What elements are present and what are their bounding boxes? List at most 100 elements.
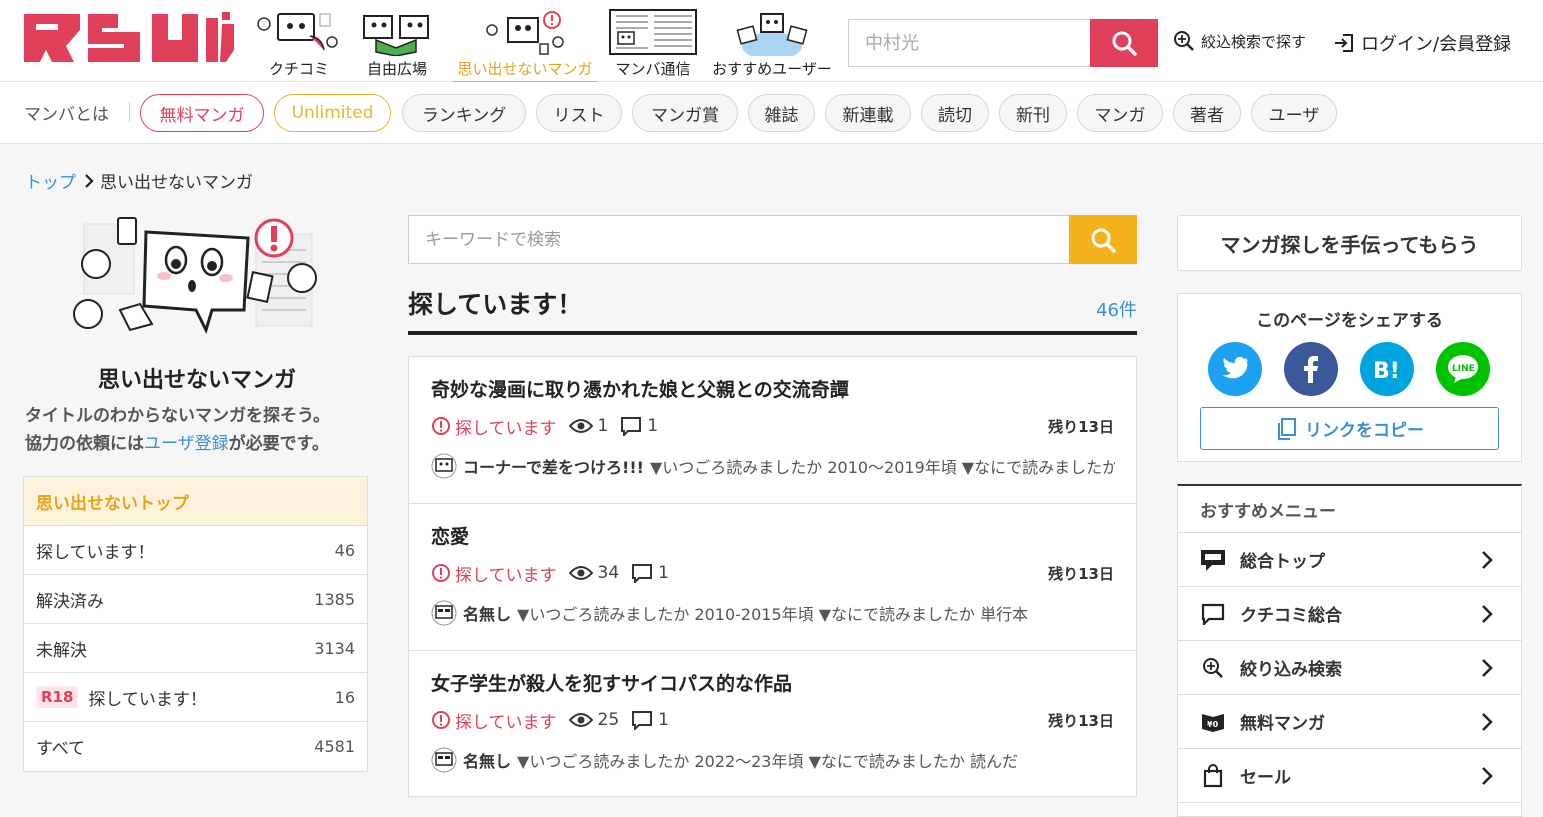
sale-bag-icon bbox=[1203, 763, 1223, 787]
post-author[interactable]: コーナーで差をつけろ!!! bbox=[463, 454, 644, 478]
pill-magazine[interactable]: 雑誌 bbox=[748, 94, 815, 132]
section-rule bbox=[408, 331, 1137, 335]
post-views: 25 bbox=[568, 710, 619, 730]
header-search-input[interactable] bbox=[848, 19, 1090, 67]
side-item-all[interactable]: すべて 4581 bbox=[24, 722, 367, 771]
pill-one-shot[interactable]: 読切 bbox=[921, 94, 989, 132]
nav-recommended-users[interactable]: おすすめユーザー bbox=[708, 8, 836, 82]
pill-list[interactable]: リスト bbox=[536, 94, 622, 132]
pill-new-series[interactable]: 新連載 bbox=[825, 94, 911, 132]
request-help-button[interactable]: マンガ探しを手伝ってもらう bbox=[1177, 215, 1522, 271]
side-item-label: 探しています！ bbox=[88, 689, 207, 710]
post-excerpt-text: ▼いつごろ読みましたか 2010-2015年頃 ▼なにで読みましたか 単行本 bbox=[517, 605, 1029, 624]
side-item-count: 4581 bbox=[314, 737, 355, 756]
nav-label: クチコミ bbox=[268, 60, 329, 78]
manba-logo[interactable] bbox=[22, 10, 236, 66]
rec-item-free-manga[interactable]: ¥0 無料マンガ bbox=[1178, 695, 1521, 749]
manba-tsushin-icon bbox=[609, 9, 697, 55]
keyword-search-button[interactable] bbox=[1069, 215, 1137, 264]
login-link[interactable]: ログイン/会員登録 bbox=[1333, 30, 1511, 56]
breadcrumb-home[interactable]: トップ bbox=[25, 168, 76, 193]
filter-search-link[interactable]: 絞込検索で探す bbox=[1173, 30, 1306, 52]
side-item-r18-searching[interactable]: R18 探しています！ 16 bbox=[24, 673, 367, 722]
post-item[interactable]: 女子学生が殺人を犯すサイコパス的な作品 探しています 25 1 残り13日 名無… bbox=[409, 651, 1136, 796]
post-item[interactable]: 奇妙な漫画に取り憑かれた娘と父親との交流奇譚 探しています 1 1 残り13日 … bbox=[409, 357, 1136, 504]
nav-kuchikomi[interactable]: クチコミ bbox=[254, 8, 344, 82]
post-author[interactable]: 名無し bbox=[463, 748, 511, 772]
line-icon: LINE bbox=[1448, 355, 1478, 383]
side-menu-head[interactable]: 思い出せないトップ bbox=[24, 477, 367, 526]
nav-jiyu-hiroba[interactable]: 自由広場 bbox=[352, 8, 442, 82]
user-register-link[interactable]: ユーザ登録 bbox=[144, 434, 229, 454]
pill-new-release[interactable]: 新刊 bbox=[999, 94, 1067, 132]
pill-authors[interactable]: 著者 bbox=[1173, 94, 1241, 132]
pill-manga-award[interactable]: マンガ賞 bbox=[632, 94, 738, 132]
comment-icon bbox=[632, 711, 653, 730]
post-author[interactable]: 名無し bbox=[463, 601, 511, 625]
about-link[interactable]: マンバとは bbox=[24, 100, 109, 125]
nav-label: 自由広場 bbox=[366, 60, 427, 78]
twitter-share-button[interactable] bbox=[1208, 342, 1262, 396]
nav-omoidasenai[interactable]: 思い出せないマンガ bbox=[452, 8, 598, 84]
keyword-search-input[interactable] bbox=[408, 215, 1069, 264]
chevron-right-icon bbox=[85, 173, 94, 188]
twitter-icon bbox=[1222, 357, 1248, 379]
hatena-share-button[interactable]: B! bbox=[1360, 342, 1414, 396]
r18-badge: R18 bbox=[36, 686, 79, 708]
copy-link-button[interactable]: リンクをコピー bbox=[1200, 407, 1499, 450]
alert-icon bbox=[432, 564, 450, 582]
breadcrumb-current: 思い出せないマンガ bbox=[100, 173, 253, 193]
rec-item-filter-search[interactable]: 絞り込み検索 bbox=[1178, 641, 1521, 695]
free-manga-icon: ¥0 bbox=[1202, 713, 1224, 732]
header-search-button[interactable] bbox=[1090, 19, 1158, 67]
pill-users[interactable]: ユーザ bbox=[1251, 94, 1337, 132]
omoidasenai-icon bbox=[486, 11, 564, 55]
post-excerpt-text: ▼いつごろ読みましたか 2022〜23年頃 ▼なにで読みましたか 読んだ bbox=[517, 752, 1018, 771]
comment-count: 1 bbox=[658, 710, 669, 730]
nav-manba-tsushin[interactable]: マンバ通信 bbox=[606, 8, 700, 82]
post-title[interactable]: 女子学生が殺人を犯すサイコパス的な作品 bbox=[431, 669, 1114, 699]
post-item[interactable]: 恋愛 探しています 34 1 残り13日 名無し ▼いつごろ読みましたか 201… bbox=[409, 504, 1136, 651]
search-icon bbox=[1112, 31, 1137, 56]
facebook-share-button[interactable] bbox=[1284, 342, 1338, 396]
line-share-button[interactable]: LINE bbox=[1436, 342, 1490, 396]
comment-icon bbox=[1201, 603, 1225, 625]
description-text: 協力の依頼には bbox=[25, 434, 144, 454]
rec-item-sale[interactable]: セール bbox=[1178, 749, 1521, 803]
post-views: 34 bbox=[568, 563, 619, 583]
share-box: このページをシェアする B! LINE リンクをコピー bbox=[1177, 293, 1522, 462]
facebook-icon bbox=[1304, 356, 1318, 383]
category-bar: マンバとは 無料マンガ Unlimited ランキング リスト マンガ賞 雑誌 … bbox=[0, 82, 1543, 144]
side-item-label: 未解決 bbox=[36, 640, 87, 661]
post-comments: 1 bbox=[631, 710, 669, 730]
page-title: 思い出せないマンガ bbox=[97, 368, 296, 393]
post-remaining: 残り13日 bbox=[1048, 564, 1114, 583]
recommended-menu-title: おすすめメニュー bbox=[1178, 486, 1521, 533]
section-count: 46件 bbox=[1096, 300, 1137, 321]
eye-icon bbox=[568, 566, 593, 580]
rec-item-top[interactable]: 総合トップ bbox=[1178, 533, 1521, 587]
post-title[interactable]: 奇妙な漫画に取り憑かれた娘と父親との交流奇譚 bbox=[431, 375, 1114, 405]
zoom-search-icon bbox=[1174, 31, 1194, 51]
share-title: このページをシェアする bbox=[1256, 311, 1443, 331]
pill-free-manga[interactable]: 無料マンガ bbox=[140, 94, 264, 132]
side-item-solved[interactable]: 解決済み 1385 bbox=[24, 575, 367, 624]
rec-item-label: 総合トップ bbox=[1240, 552, 1325, 572]
side-menu: 思い出せないトップ 探しています！ 46 解決済み 1385 未解決 3134 R18… bbox=[23, 476, 368, 772]
nav-label: マンバ通信 bbox=[615, 60, 691, 78]
pill-ranking[interactable]: ランキング bbox=[402, 94, 526, 132]
login-icon bbox=[1335, 34, 1353, 52]
recommended-users-icon bbox=[736, 13, 808, 56]
side-item-unsolved[interactable]: 未解決 3134 bbox=[24, 624, 367, 673]
pill-manga[interactable]: マンガ bbox=[1077, 94, 1163, 132]
chevron-right-icon bbox=[1482, 712, 1493, 731]
pill-unlimited[interactable]: Unlimited bbox=[274, 94, 391, 132]
post-excerpt: 名無し ▼いつごろ読みましたか 2010-2015年頃 ▼なにで読みましたか 単… bbox=[431, 600, 1115, 626]
copy-link-label: リンクをコピー bbox=[1305, 421, 1424, 441]
eye-icon bbox=[568, 419, 593, 433]
side-item-count: 1385 bbox=[314, 589, 355, 609]
comment-icon bbox=[621, 417, 642, 436]
rec-item-kuchikomi[interactable]: クチコミ総合 bbox=[1178, 587, 1521, 641]
post-title[interactable]: 恋愛 bbox=[431, 522, 1114, 552]
side-item-searching[interactable]: 探しています！ 46 bbox=[24, 526, 367, 575]
